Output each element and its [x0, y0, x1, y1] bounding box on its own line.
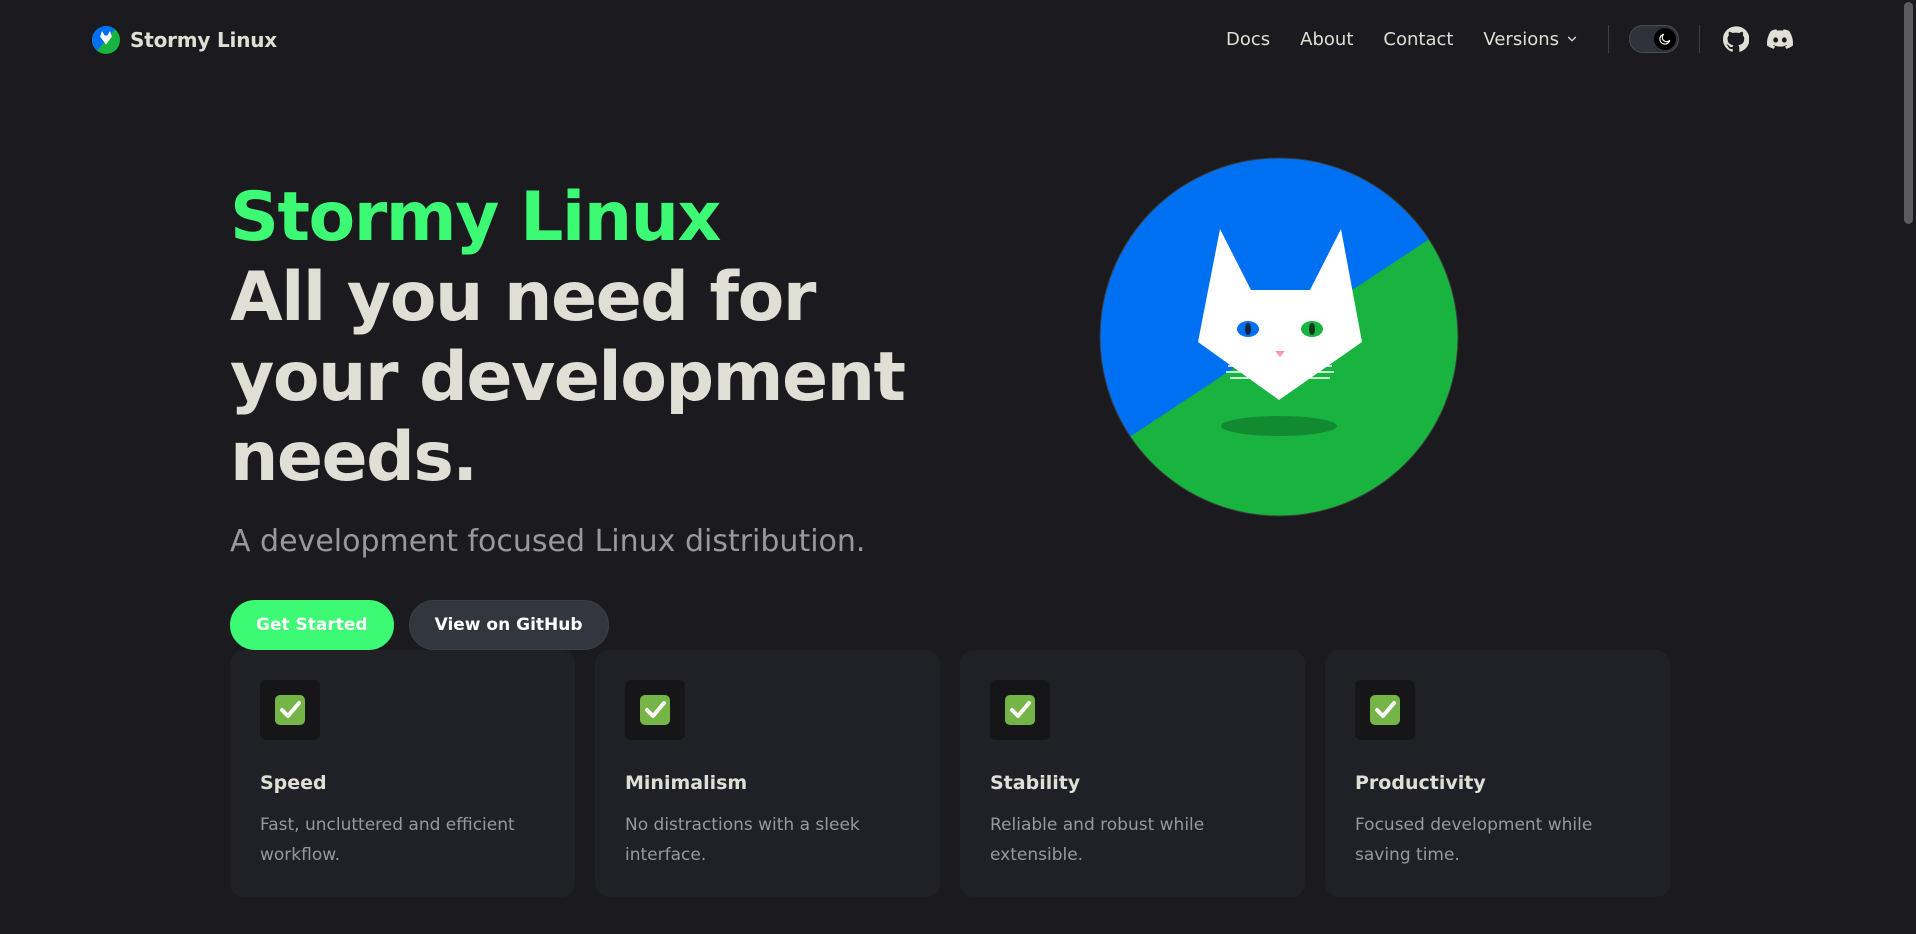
top-navbar: Stormy Linux Docs About Contact Versions: [0, 0, 1900, 78]
get-started-button[interactable]: Get Started: [230, 600, 394, 650]
hero-section: Stormy Linux All you need for your devel…: [230, 178, 990, 650]
nav-link-docs[interactable]: Docs: [1211, 29, 1285, 50]
feature-details: Reliable and robust while extensible.: [990, 815, 1205, 865]
features-grid: Speed Fast, uncluttered and efficient wo…: [230, 650, 1670, 897]
discord-link[interactable]: [1758, 20, 1802, 58]
feature-title: Speed: [260, 772, 327, 794]
feature-title: Minimalism: [625, 772, 748, 794]
view-on-github-button[interactable]: View on GitHub: [408, 600, 609, 650]
hero-tagline: All you need for your development needs.: [230, 258, 906, 497]
feature-icon-box: [260, 680, 320, 740]
toggle-knob: [1654, 28, 1676, 50]
feature-details: Focused development while saving time.: [1355, 815, 1593, 865]
versions-label: Versions: [1483, 28, 1559, 50]
feature-details: Fast, uncluttered and efficient workflow…: [260, 815, 515, 865]
nav-link-about[interactable]: About: [1285, 29, 1368, 50]
feature-card-minimalism: Minimalism No distractions with a sleek …: [595, 650, 940, 897]
feature-title: Productivity: [1355, 772, 1486, 794]
nav-divider: [1608, 25, 1609, 53]
nav-divider: [1699, 25, 1700, 53]
hero-name: Stormy Linux: [230, 178, 721, 257]
feature-card-stability: Stability Reliable and robust while exte…: [960, 650, 1305, 897]
stormy-cat-logo-icon: [1099, 157, 1459, 517]
feature-details: No distractions with a sleek interface.: [625, 815, 860, 865]
page-scrollbar[interactable]: [1900, 0, 1916, 934]
check-mark-icon: [1005, 695, 1035, 725]
dark-mode-toggle[interactable]: [1629, 25, 1679, 53]
brand-title: Stormy Linux: [130, 28, 277, 52]
check-mark-icon: [275, 695, 305, 725]
nav-menu: Docs About Contact Versions: [1211, 20, 1802, 58]
scrollbar-thumb[interactable]: [1904, 2, 1913, 224]
check-mark-icon: [640, 695, 670, 725]
discord-icon: [1767, 29, 1793, 49]
github-icon: [1723, 26, 1749, 52]
feature-card-productivity: Productivity Focused development while s…: [1325, 650, 1670, 897]
check-mark-icon: [1370, 695, 1400, 725]
nav-link-contact[interactable]: Contact: [1368, 29, 1468, 50]
chevron-down-icon: [1567, 36, 1577, 42]
hero-cat-logo-image: [1098, 156, 1460, 518]
stormy-cat-logo-icon: [92, 26, 120, 54]
moon-icon: [1659, 33, 1671, 45]
github-link[interactable]: [1714, 20, 1758, 58]
feature-title: Stability: [990, 772, 1081, 794]
feature-icon-box: [625, 680, 685, 740]
versions-dropdown[interactable]: Versions: [1468, 29, 1594, 50]
feature-icon-box: [990, 680, 1050, 740]
feature-card-speed: Speed Fast, uncluttered and efficient wo…: [230, 650, 575, 897]
feature-icon-box: [1355, 680, 1415, 740]
hero-subtitle: A development focused Linux distribution…: [230, 524, 866, 559]
hero-actions: Get Started View on GitHub: [230, 600, 990, 650]
brand-home-link[interactable]: Stormy Linux: [92, 26, 277, 54]
